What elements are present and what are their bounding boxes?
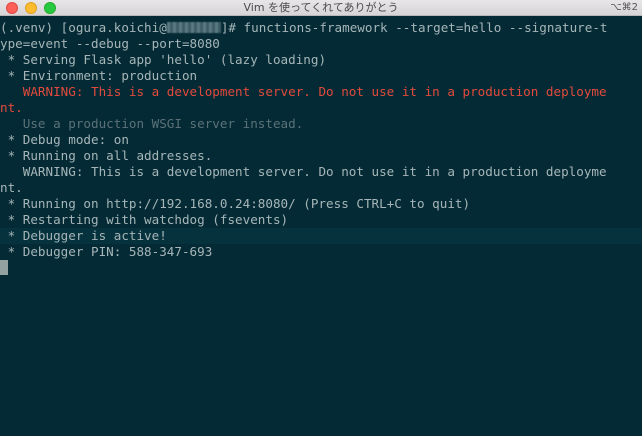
output-line: * Debugger PIN: 588-347-693: [0, 244, 213, 259]
prompt-command: ]# functions-framework --target=hello --…: [220, 20, 608, 35]
hint-line: Use a production WSGI server instead.: [0, 116, 304, 131]
output-line: * Serving Flask app 'hello' (lazy loadin…: [0, 52, 327, 67]
output-line: * Environment: production: [0, 68, 198, 83]
terminal-output[interactable]: (.venv) [ogura.koichi@ ]# functions-frame…: [0, 20, 642, 436]
window-title: Vim を使ってくれてありがとう: [243, 1, 399, 14]
title-bar[interactable]: Vim を使ってくれてありがとう ⌥⌘2: [0, 0, 642, 16]
command-line: (.venv) [ogura.koichi@ ]# functions-frame…: [0, 20, 642, 36]
output-line-highlighted: * Debugger is active!: [0, 228, 642, 244]
output-line: * Running on all addresses.: [0, 148, 213, 163]
output-line: * Restarting with watchdog (fsevents): [0, 212, 289, 227]
redacted-hostname: [166, 22, 221, 33]
warning-line: WARNING: This is a development server. D…: [0, 84, 607, 99]
tab-shortcut-label: ⌥⌘2: [610, 2, 638, 13]
text-cursor: [0, 260, 8, 275]
output-line: * Debug mode: on: [0, 132, 129, 147]
warning-line-continuation: nt.: [0, 100, 23, 115]
output-line: WARNING: This is a development server. D…: [0, 164, 607, 179]
prompt-prefix: (.venv) [ogura.koichi@: [0, 20, 167, 35]
command-line-continuation: ype=event --debug --port=8080: [0, 36, 220, 51]
cursor-line: [0, 260, 642, 276]
terminal-window: Vim を使ってくれてありがとう ⌥⌘2 (.venv) [ogura.koic…: [0, 0, 642, 436]
output-line: nt.: [0, 180, 23, 195]
output-line: * Running on http://192.168.0.24:8080/ (…: [0, 196, 471, 211]
